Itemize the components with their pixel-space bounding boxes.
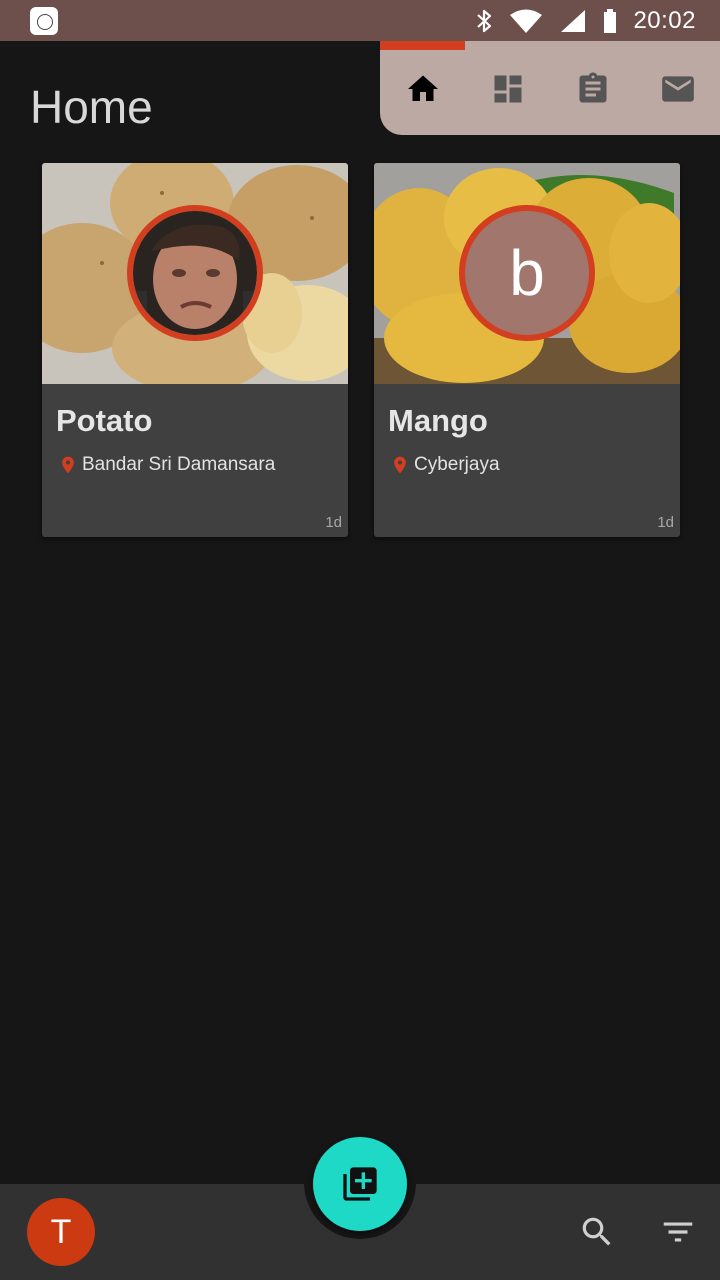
- card-avatar-photo: [127, 205, 263, 341]
- search-icon: [582, 1217, 611, 1246]
- card-avatar-letter: b: [459, 205, 595, 341]
- card-age: 1d: [657, 514, 674, 531]
- card-title: Mango: [388, 403, 488, 438]
- tab-selected-indicator: [380, 41, 465, 50]
- card-image-mango: b: [374, 163, 680, 384]
- app-notification-icon: [30, 7, 58, 35]
- card-location-text: Bandar Sri Damansara: [82, 454, 276, 475]
- listing-card-potato[interactable]: Potato Bandar Sri Damansara 1d: [42, 163, 348, 537]
- card-title: Potato: [56, 403, 153, 438]
- filter-icon: [663, 1222, 693, 1242]
- tab-home[interactable]: [380, 61, 465, 117]
- card-age: 1d: [325, 514, 342, 531]
- top-tab-bar: [380, 41, 720, 135]
- card-image-potato: [42, 163, 348, 384]
- card-location: Cyberjaya: [390, 453, 500, 477]
- add-to-library-icon: [343, 1167, 377, 1201]
- status-bar: 20:02: [0, 0, 720, 41]
- bluetooth-icon: [475, 8, 493, 34]
- listing-card-mango[interactable]: b Mango Cyberjaya 1d: [374, 163, 680, 537]
- profile-avatar-button[interactable]: T: [27, 1198, 95, 1266]
- card-location-text: Cyberjaya: [414, 454, 500, 475]
- tab-clipboard[interactable]: [550, 61, 635, 117]
- tab-mail[interactable]: [635, 61, 720, 117]
- search-button[interactable]: [573, 1208, 621, 1256]
- status-time: 20:02: [633, 6, 696, 34]
- page-title: Home: [30, 81, 153, 133]
- status-icons: 20:02: [475, 0, 696, 41]
- add-listing-fab[interactable]: [313, 1137, 407, 1231]
- dashboard-icon: [494, 75, 521, 103]
- battery-icon: [603, 8, 617, 34]
- wifi-icon: [509, 8, 543, 34]
- home-icon: [407, 75, 438, 101]
- clipboard-icon: [579, 72, 606, 103]
- location-pin-icon: [394, 456, 406, 474]
- filter-button[interactable]: [654, 1208, 702, 1256]
- card-location: Bandar Sri Damansara: [58, 453, 275, 477]
- cellular-signal-icon: [559, 8, 587, 34]
- tab-dashboard[interactable]: [465, 61, 550, 117]
- mail-icon: [661, 76, 694, 102]
- location-pin-icon: [62, 456, 74, 474]
